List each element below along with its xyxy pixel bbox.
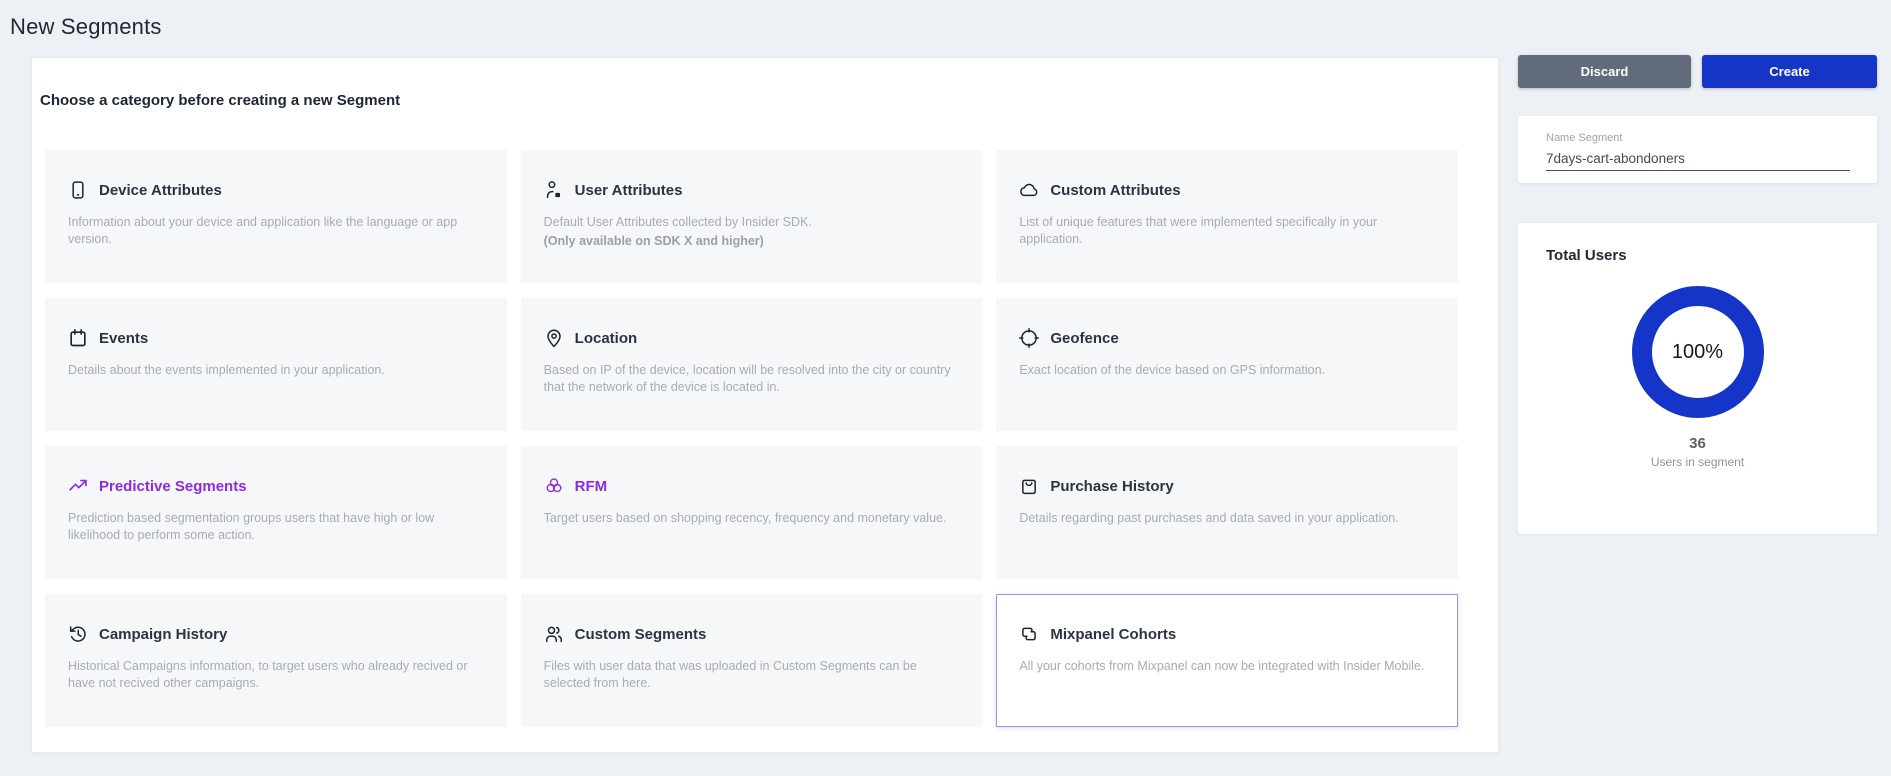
calendar-icon	[68, 328, 88, 348]
card-head: Device Attributes	[68, 180, 484, 200]
category-title: Device Attributes	[99, 182, 222, 199]
card-head: Campaign History	[68, 624, 484, 644]
segment-sidebar: Discard Create Name Segment Total Users …	[1518, 55, 1877, 534]
card-head: Events	[68, 328, 484, 348]
total-users-title: Total Users	[1546, 247, 1877, 264]
card-head: RFM	[544, 476, 960, 496]
category-title: Mixpanel Cohorts	[1050, 626, 1176, 643]
shopping-bag-icon	[1019, 476, 1039, 496]
card-head: Purchase History	[1019, 476, 1435, 496]
category-card-events[interactable]: Events Details about the events implemen…	[45, 298, 507, 431]
category-description: Files with user data that was uploaded i…	[544, 658, 960, 691]
category-description: Target users based on shopping recency, …	[544, 510, 960, 527]
card-head: Location	[544, 328, 960, 348]
category-card-user-attributes[interactable]: User Attributes Default User Attributes …	[521, 150, 983, 283]
crosshair-icon	[1019, 328, 1039, 348]
category-title: Campaign History	[99, 626, 227, 643]
users-count: 36	[1518, 435, 1877, 452]
category-card-geofence[interactable]: Geofence Exact location of the device ba…	[996, 298, 1458, 431]
category-title: Custom Segments	[575, 626, 707, 643]
category-title: Events	[99, 330, 148, 347]
category-card-device-attributes[interactable]: Device Attributes Information about your…	[45, 150, 507, 283]
category-description: Historical Campaigns information, to tar…	[68, 658, 484, 691]
venn-diagram-icon	[544, 476, 564, 496]
category-card-location[interactable]: Location Based on IP of the device, loca…	[521, 298, 983, 431]
category-description: All your cohorts from Mixpanel can now b…	[1019, 658, 1435, 675]
category-card-predictive-segments[interactable]: Predictive Segments Prediction based seg…	[45, 446, 507, 579]
category-description: Details regarding past purchases and dat…	[1019, 510, 1435, 527]
users-icon	[544, 624, 564, 644]
discard-button[interactable]: Discard	[1518, 55, 1691, 88]
category-description: List of unique features that were implem…	[1019, 214, 1435, 247]
category-panel: Choose a category before creating a new …	[31, 57, 1499, 753]
category-title: RFM	[575, 478, 608, 495]
card-head: User Attributes	[544, 180, 960, 200]
map-pin-icon	[544, 328, 564, 348]
category-description: Default User Attributes collected by Ins…	[544, 214, 960, 231]
donut-percent-label: 100%	[1672, 341, 1723, 364]
history-clock-icon	[68, 624, 88, 644]
cloud-icon	[1019, 180, 1039, 200]
create-button[interactable]: Create	[1702, 55, 1877, 88]
segment-name-label: Name Segment	[1546, 132, 1850, 144]
users-caption: Users in segment	[1518, 455, 1877, 469]
smartphone-icon	[68, 180, 88, 200]
card-head: Custom Segments	[544, 624, 960, 644]
users-donut-chart: 100%	[1632, 286, 1764, 418]
segment-name-card: Name Segment	[1518, 116, 1877, 183]
category-description: Prediction based segmentation groups use…	[68, 510, 484, 543]
category-description-note: (Only available on SDK X and higher)	[544, 233, 960, 250]
category-title: Geofence	[1050, 330, 1118, 347]
segment-name-input[interactable]	[1546, 149, 1850, 171]
user-badge-icon	[544, 180, 564, 200]
integration-link-icon	[1019, 624, 1039, 644]
category-title: Predictive Segments	[99, 478, 247, 495]
action-buttons: Discard Create	[1518, 55, 1877, 88]
category-title: User Attributes	[575, 182, 683, 199]
category-card-rfm[interactable]: RFM Target users based on shopping recen…	[521, 446, 983, 579]
total-users-card: Total Users 100% 36 Users in segment	[1518, 223, 1877, 534]
category-card-custom-segments[interactable]: Custom Segments Files with user data tha…	[521, 594, 983, 727]
category-title: Custom Attributes	[1050, 182, 1180, 199]
category-description: Based on IP of the device, location will…	[544, 362, 960, 395]
panel-heading: Choose a category before creating a new …	[40, 92, 1498, 109]
category-card-custom-attributes[interactable]: Custom Attributes List of unique feature…	[996, 150, 1458, 283]
category-description: Details about the events implemented in …	[68, 362, 484, 379]
card-head: Geofence	[1019, 328, 1435, 348]
category-grid: Device Attributes Information about your…	[45, 150, 1458, 727]
category-title: Purchase History	[1050, 478, 1173, 495]
card-head: Custom Attributes	[1019, 180, 1435, 200]
card-head: Predictive Segments	[68, 476, 484, 496]
trending-up-icon	[68, 476, 88, 496]
category-card-campaign-history[interactable]: Campaign History Historical Campaigns in…	[45, 594, 507, 727]
page-title: New Segments	[10, 14, 162, 40]
category-card-purchase-history[interactable]: Purchase History Details regarding past …	[996, 446, 1458, 579]
category-description: Information about your device and applic…	[68, 214, 484, 247]
card-head: Mixpanel Cohorts	[1019, 624, 1435, 644]
category-title: Location	[575, 330, 638, 347]
category-description: Exact location of the device based on GP…	[1019, 362, 1435, 379]
category-card-mixpanel-cohorts[interactable]: Mixpanel Cohorts All your cohorts from M…	[996, 594, 1458, 727]
